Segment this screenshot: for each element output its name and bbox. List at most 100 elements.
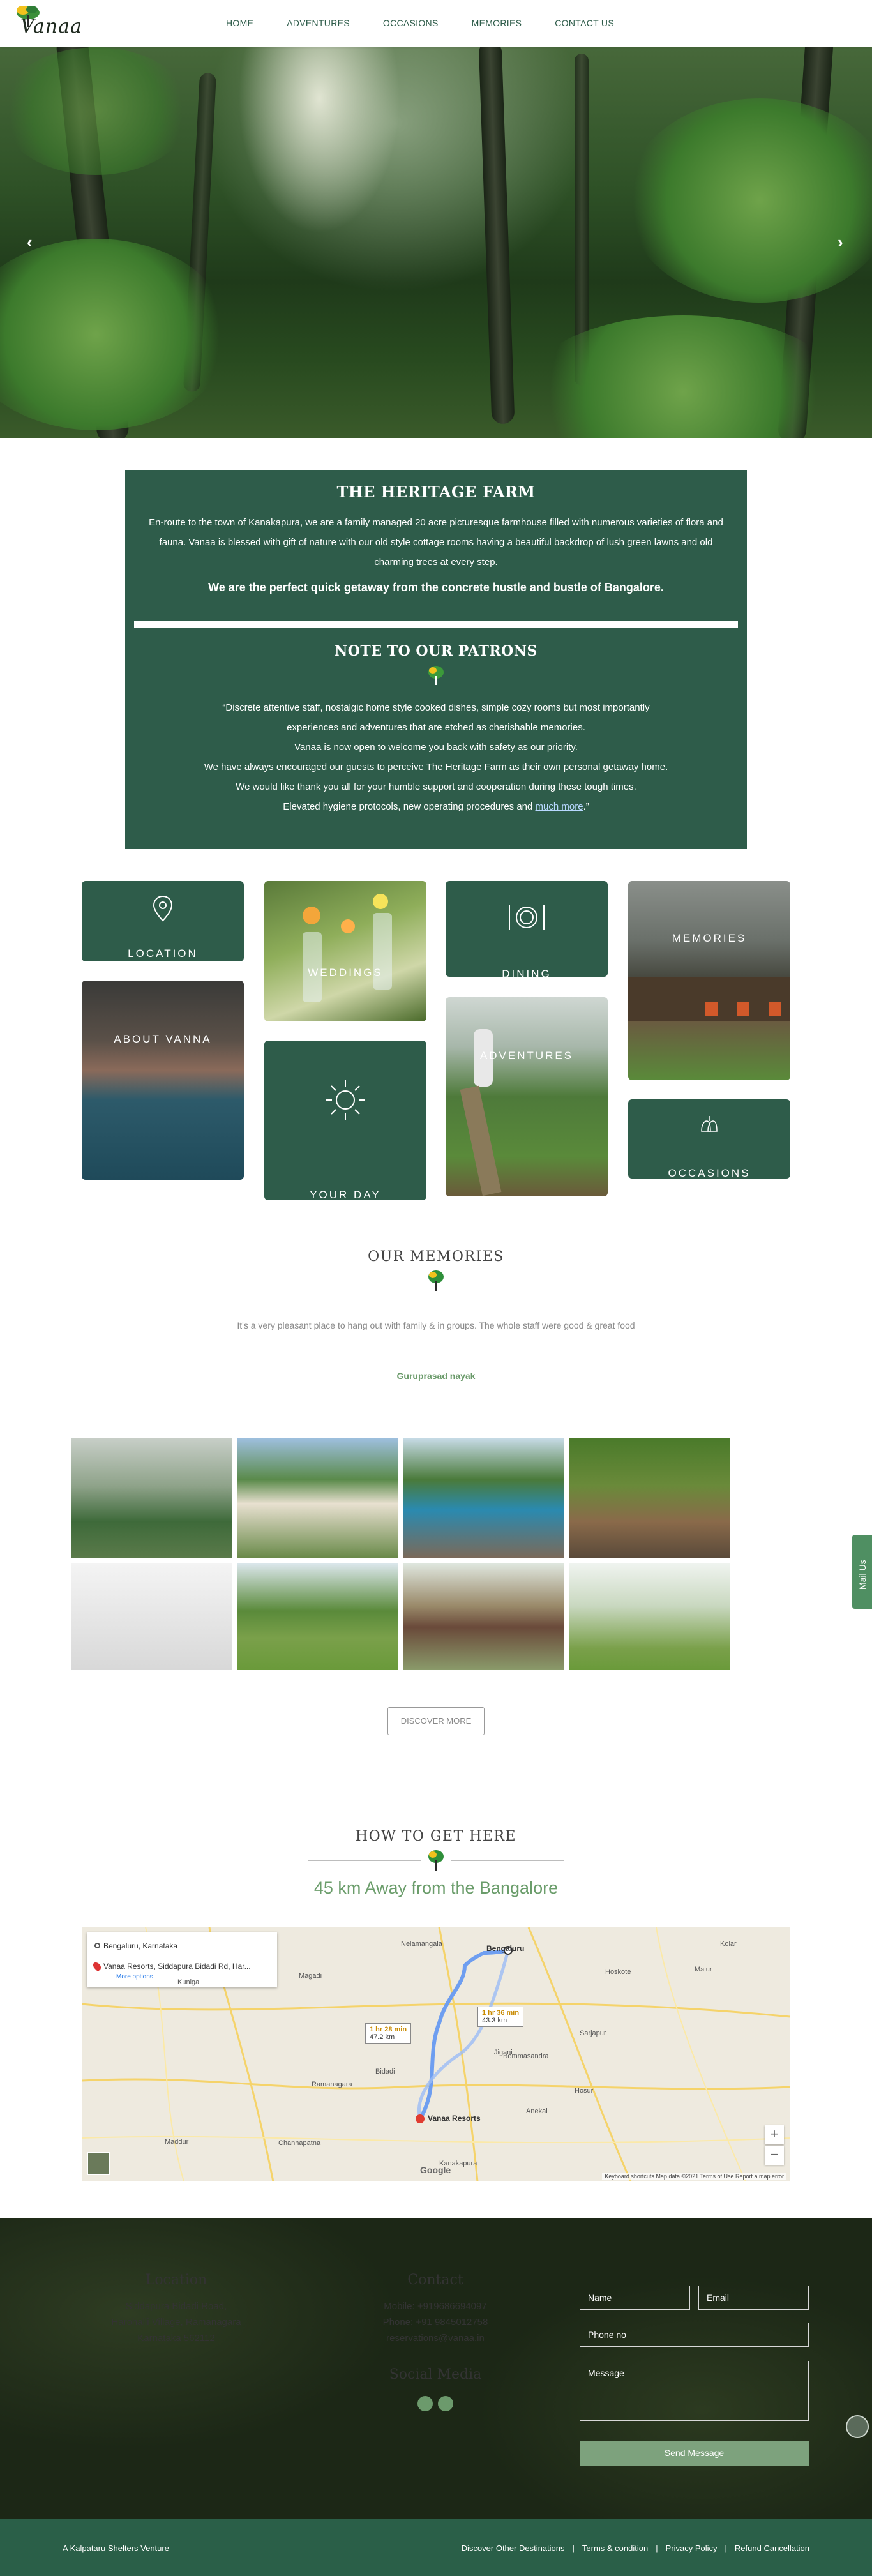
more-options-link[interactable]: More options (116, 1973, 153, 1980)
email-address[interactable]: reservations@vanaa.in (340, 2330, 531, 2346)
note-text: “Discrete attentive staff, nostalgic hom… (149, 698, 723, 817)
bottom-bar: A Kalpataru Shelters Venture Discover Ot… (0, 2519, 872, 2576)
note-last-text: Elevated hygiene protocols, new operatin… (283, 801, 536, 812)
hero-next-arrow[interactable]: › (838, 232, 843, 252)
address-line: Harohalli Village, Ramanagara (111, 2317, 241, 2328)
tile-occasions[interactable]: OCCASIONS (628, 1099, 790, 1179)
flower-image (303, 907, 320, 924)
nav-links: HOME ADVENTURES OCCASIONS MEMORIES CONTA… (226, 18, 647, 28)
nav-memories[interactable]: MEMORIES (472, 18, 522, 28)
gallery-photo[interactable] (71, 1438, 232, 1558)
heritage-farm-panel: THE HERITAGE FARM En-route to the town o… (125, 470, 747, 849)
map-place: Channapatna (278, 2139, 321, 2147)
mail-us-label: Mail Us (857, 1560, 868, 1590)
nav-occasions[interactable]: OCCASIONS (383, 18, 439, 28)
name-input[interactable]: Name (580, 2286, 690, 2310)
message-textarea[interactable]: Message (580, 2361, 809, 2421)
map-place: Ramanagara (312, 2081, 352, 2088)
log-image (460, 1085, 502, 1196)
chair-image (737, 1002, 749, 1016)
link-refund[interactable]: Refund Cancellation (735, 2543, 809, 2553)
gallery-photo[interactable] (71, 1563, 232, 1670)
top-navbar: Vanaa HOME ADVENTURES OCCASIONS MEMORIES… (0, 0, 872, 47)
memories-divider (308, 1268, 564, 1293)
satellite-toggle[interactable] (87, 2152, 110, 2175)
sun-icon (326, 1080, 365, 1120)
heritage-tagline: We are the perfect quick getaway from th… (208, 581, 664, 594)
tile-label: WEDDINGS (308, 967, 383, 979)
location-heading: Location (145, 2272, 207, 2288)
much-more-link[interactable]: much more (536, 801, 583, 812)
google-logo: Google (420, 2165, 451, 2175)
nav-contact-us[interactable]: CONTACT US (555, 18, 614, 28)
map-place: Malur (695, 1966, 712, 1973)
link-privacy[interactable]: Privacy Policy (666, 2543, 718, 2553)
mail-us-tab[interactable]: Mail Us (852, 1535, 872, 1609)
email-input[interactable]: Email (698, 2286, 809, 2310)
route2-time: 1 hr 36 min (482, 2009, 520, 2017)
tile-label: MEMORIES (672, 932, 747, 944)
gallery-photo[interactable] (569, 1563, 730, 1670)
link-other-destinations[interactable]: Discover Other Destinations (462, 2543, 565, 2553)
nav-adventures[interactable]: ADVENTURES (287, 18, 350, 28)
instagram-icon[interactable] (438, 2396, 453, 2411)
address-block: Siddapura Bidadi Road, Harohalli Village… (80, 2298, 272, 2346)
venture-text: A Kalpataru Shelters Venture (63, 2543, 169, 2553)
vanaa-logo[interactable]: Vanaa (11, 4, 82, 42)
tile-label: ABOUT VANNA (114, 1033, 212, 1045)
note-line: We would like thank you all for your hum… (236, 781, 636, 792)
nav-home[interactable]: HOME (226, 18, 253, 28)
mobile-number[interactable]: Mobile: +919686694097 (340, 2298, 531, 2314)
zoom-in-button[interactable]: + (765, 2125, 784, 2144)
gallery-photo[interactable] (403, 1438, 564, 1558)
note-line: “Discrete attentive staff, nostalgic hom… (222, 702, 650, 713)
route-bubble-1[interactable]: 1 hr 28 min 47.2 km (365, 2023, 412, 2044)
link-terms[interactable]: Terms & condition (582, 2543, 648, 2553)
phone-input[interactable]: Phone no (580, 2323, 809, 2347)
note-line: Elevated hygiene protocols, new operatin… (149, 797, 723, 817)
separator: | (656, 2543, 658, 2553)
map-place: Nelamangala (401, 1940, 442, 1948)
tile-weddings[interactable]: WEDDINGS (264, 881, 426, 1021)
tile-adventures[interactable]: ADVENTURES (446, 997, 608, 1196)
gallery-photo[interactable] (403, 1563, 564, 1670)
send-message-button[interactable]: Send Message (580, 2441, 809, 2466)
google-map[interactable]: Bengaluru, Karnataka Vanaa Resorts, Sidd… (82, 1927, 790, 2181)
discover-more-button[interactable]: DISCOVER MORE (387, 1707, 485, 1735)
tile-about-vanna[interactable]: ABOUT VANNA (82, 981, 244, 1180)
note-title: NOTE TO OUR PATRONS (335, 643, 537, 659)
flower-image (373, 894, 388, 909)
address-line: Karnataka 562112 (137, 2333, 215, 2344)
heritage-title: THE HERITAGE FARM (336, 483, 536, 501)
bells-icon (701, 1116, 718, 1132)
whatsapp-icon[interactable] (846, 2415, 869, 2438)
resort-label: Vanaa Resorts (428, 2114, 481, 2123)
gallery-photo[interactable] (569, 1438, 730, 1558)
tile-label: OCCASIONS (668, 1167, 751, 1179)
origin-dot-icon (94, 1943, 100, 1948)
section-divider (308, 662, 564, 688)
tile-label: YOUR DAY (310, 1189, 381, 1200)
plate-cutlery-icon (509, 905, 545, 930)
hero-foliage (626, 98, 872, 303)
separator: | (572, 2543, 575, 2553)
tile-memories[interactable]: MEMORIES (628, 881, 790, 1080)
map-place: Hoskote (605, 1968, 631, 1976)
origin-text: Bengaluru, Karnataka (103, 1941, 178, 1950)
facebook-icon[interactable] (417, 2396, 433, 2411)
social-heading: Social Media (389, 2367, 482, 2383)
tile-your-day[interactable]: YOUR DAY (264, 1041, 426, 1200)
tile-dining[interactable]: DINING (446, 881, 608, 977)
tile-label: DINING (502, 968, 552, 977)
route1-dist: 47.2 km (370, 2033, 395, 2041)
map-footer[interactable]: Keyboard shortcuts Map data ©2021 Terms … (602, 2173, 786, 2180)
gallery-photo[interactable] (237, 1563, 398, 1670)
hero-prev-arrow[interactable]: ‹ (27, 232, 33, 252)
distance-subtitle: 45 km Away from the Bangalore (313, 1878, 559, 1897)
gallery-photo[interactable] (237, 1438, 398, 1558)
zoom-out-button[interactable]: − (765, 2146, 784, 2165)
route-bubble-2[interactable]: 1 hr 36 min 43.3 km (477, 2007, 524, 2027)
phone-number[interactable]: Phone: +91 9845012758 (340, 2314, 531, 2330)
tile-location[interactable]: LOCATION (82, 881, 244, 961)
bottom-links: Discover Other Destinations | Terms & co… (454, 2543, 809, 2553)
